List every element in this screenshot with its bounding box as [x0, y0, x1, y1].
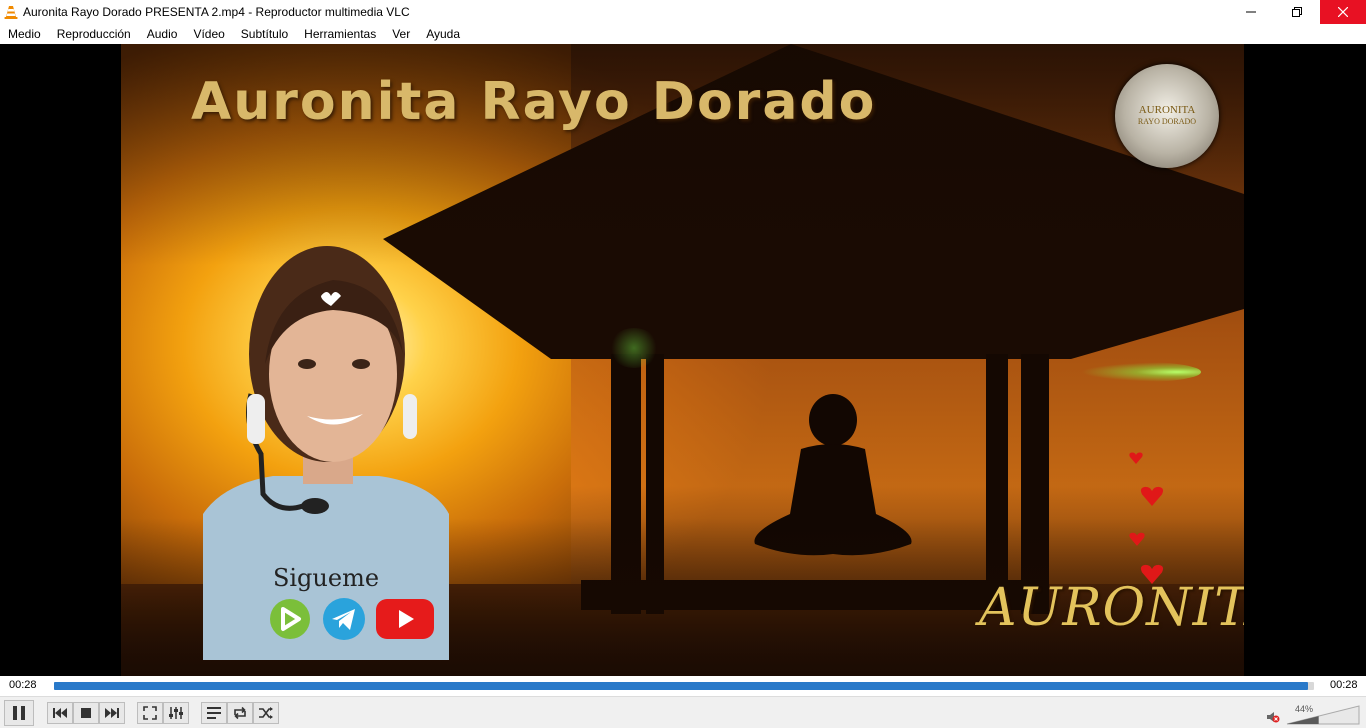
title-bar: Auronita Rayo Dorado PRESENTA 2.mp4 - Re… — [0, 0, 1366, 24]
playlist-button[interactable] — [201, 702, 227, 724]
youtube-icon — [375, 596, 435, 642]
vlc-cone-icon — [4, 6, 18, 19]
next-button[interactable] — [99, 702, 125, 724]
social-icons — [267, 596, 435, 642]
shuffle-icon — [259, 707, 273, 719]
logo-line2: RAYO DORADO — [1137, 117, 1197, 126]
seek-progress — [54, 682, 1308, 690]
minimize-icon — [1246, 11, 1256, 13]
menu-video[interactable]: Vídeo — [185, 24, 232, 44]
previous-button[interactable] — [47, 702, 73, 724]
extended-settings-button[interactable] — [163, 702, 189, 724]
loop-button[interactable] — [227, 702, 253, 724]
presenter-cutout: Sigueme — [203, 244, 449, 660]
previous-icon — [53, 708, 67, 718]
elapsed-time: 00:28 — [9, 679, 37, 691]
video-title-overlay: Auronita Rayo Dorado — [191, 72, 877, 132]
restore-button[interactable] — [1274, 0, 1320, 24]
window-title: Auronita Rayo Dorado PRESENTA 2.mp4 - Re… — [23, 5, 410, 19]
heart-icon — [1129, 532, 1145, 546]
minimize-button[interactable] — [1228, 0, 1274, 24]
logo-line1: AURONITA — [1138, 104, 1196, 116]
seek-slider[interactable] — [54, 682, 1314, 690]
seek-bar-row: 00:28 00:28 — [0, 676, 1366, 696]
total-time: 00:28 — [1330, 679, 1358, 691]
sigueme-caption: Sigueme — [272, 564, 380, 592]
menu-audio[interactable]: Audio — [139, 24, 186, 44]
channel-logo: AURONITA RAYO DORADO — [1115, 64, 1219, 168]
volume-slider[interactable] — [1286, 705, 1360, 725]
stop-icon — [81, 708, 91, 718]
loop-icon — [234, 706, 246, 720]
heart-icon — [1129, 452, 1143, 464]
heart-icon — [1140, 486, 1164, 506]
shuffle-button[interactable] — [253, 702, 279, 724]
restore-icon — [1292, 7, 1302, 17]
video-area[interactable]: Auronita Rayo Dorado AURONITA RAYO DORAD… — [0, 44, 1366, 676]
stop-button[interactable] — [73, 702, 99, 724]
fullscreen-icon — [143, 706, 157, 720]
menu-bar: Medio Reproducción Audio Vídeo Subtítulo… — [0, 24, 1366, 44]
pause-button[interactable] — [4, 700, 34, 726]
mute-icon[interactable] — [1266, 711, 1280, 723]
menu-herramientas[interactable]: Herramientas — [296, 24, 384, 44]
signature-text: AURONITA — [979, 578, 1244, 638]
green-light-orb — [1081, 362, 1201, 382]
fullscreen-button[interactable] — [137, 702, 163, 724]
menu-subtitulo[interactable]: Subtítulo — [233, 24, 296, 44]
green-light-orb-2 — [609, 328, 659, 368]
rumble-icon — [267, 596, 313, 642]
playlist-icon — [207, 707, 221, 719]
telegram-icon — [321, 596, 367, 642]
controls-bar: 44% — [0, 696, 1366, 728]
menu-ver[interactable]: Ver — [384, 24, 418, 44]
menu-reproduccion[interactable]: Reproducción — [49, 24, 139, 44]
equalizer-icon — [169, 707, 183, 719]
next-icon — [105, 708, 119, 718]
close-icon — [1338, 7, 1348, 17]
pause-icon — [13, 706, 25, 720]
video-frame: Auronita Rayo Dorado AURONITA RAYO DORAD… — [121, 44, 1244, 676]
menu-medio[interactable]: Medio — [0, 24, 49, 44]
menu-ayuda[interactable]: Ayuda — [418, 24, 468, 44]
close-button[interactable] — [1320, 0, 1366, 24]
